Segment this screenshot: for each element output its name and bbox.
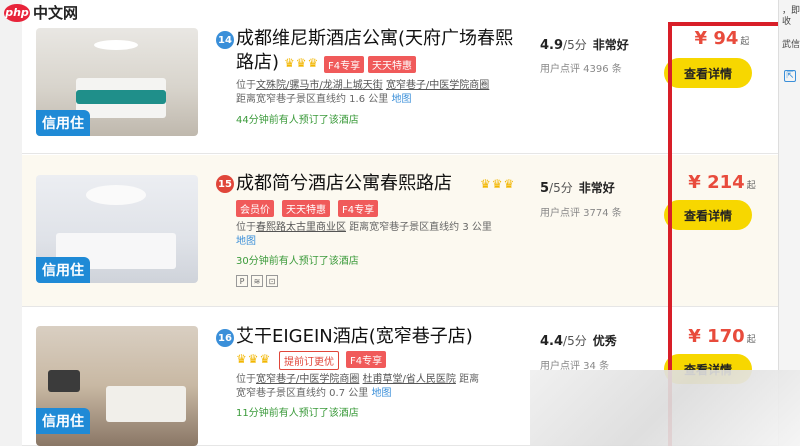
hotel-location: 位于宽窄巷子/中医学院商圈 杜甫草堂/省人民医院 距离 宽窄巷子景区直线约 0.… bbox=[236, 373, 536, 401]
score-value: 4.4 bbox=[540, 334, 564, 349]
view-details-button[interactable]: 查看详情 bbox=[664, 58, 752, 88]
hotel-score: 4.9/5分 非常好 bbox=[540, 36, 629, 53]
location-distance-prefix: 距离 bbox=[459, 374, 480, 385]
price-unit: 起 bbox=[746, 335, 756, 345]
tag-f4: F4专享 bbox=[324, 56, 365, 73]
score-level: 非常好 bbox=[592, 38, 629, 52]
hotel-name[interactable]: 艾干EIGEIN酒店(宽窄巷子店) bbox=[236, 325, 473, 349]
recent-booking-note: 11分钟前有人预订了该酒店 bbox=[236, 408, 359, 419]
price-unit: 起 bbox=[740, 37, 750, 47]
php-logo: php bbox=[4, 3, 30, 22]
hotel-photo[interactable]: 信用住 bbox=[36, 175, 198, 283]
credit-stay-badge: 信用住 bbox=[36, 408, 90, 434]
watermark-site-name: 中文网 bbox=[33, 4, 79, 22]
hotel-photo[interactable]: 信用住 bbox=[36, 28, 198, 136]
recent-booking-note: 30分钟前有人预订了该酒店 bbox=[236, 256, 359, 267]
side-panel-text-2: 武信 bbox=[782, 40, 800, 50]
tag-daily-deal: 天天特惠 bbox=[282, 200, 330, 217]
hotel-score: 5/5分 非常好 bbox=[540, 179, 615, 196]
map-link[interactable]: 地图 bbox=[236, 236, 256, 247]
rank-badge: 14 bbox=[216, 31, 234, 49]
recent-booking-note: 44分钟前有人预订了该酒店 bbox=[236, 115, 359, 126]
location-area-link-2[interactable]: 杜甫草堂/省人民医院 bbox=[363, 374, 456, 385]
currency-symbol: ¥ bbox=[688, 172, 701, 193]
view-details-button[interactable]: 查看详情 bbox=[664, 200, 752, 230]
score-max: /5分 bbox=[563, 38, 587, 52]
hotel-name-line2[interactable]: 路店) bbox=[236, 51, 279, 75]
hotel-card[interactable]: 信用住 15 成都简兮酒店公寓春熙路店 ♛♛♛ 会员价 天天特惠 F4专享 位于… bbox=[22, 155, 778, 307]
hotel-name[interactable]: 成都简兮酒店公寓春熙路店 bbox=[236, 172, 452, 196]
location-prefix: 位于 bbox=[236, 80, 256, 91]
hotel-price: ¥ 94 起 bbox=[662, 28, 782, 49]
rank-badge: 16 bbox=[216, 329, 234, 347]
crown-rating-icon: ♛♛♛ bbox=[480, 177, 516, 191]
parking-icon: P bbox=[236, 275, 248, 287]
location-area-link[interactable]: 宽窄巷子/中医学院商圈 bbox=[256, 374, 359, 385]
credit-stay-badge: 信用住 bbox=[36, 257, 90, 283]
hotel-card[interactable]: 信用住 14 成都维尼斯酒店公寓(天府广场春熙 路店) ♛♛♛ F4专享 天天特… bbox=[22, 0, 778, 154]
price-value: 94 bbox=[713, 28, 739, 49]
tv-icon: ⊡ bbox=[266, 275, 278, 287]
wifi-icon: ≋ bbox=[251, 275, 263, 287]
expand-icon[interactable]: ⇱ bbox=[784, 70, 796, 82]
location-prefix: 位于 bbox=[236, 374, 256, 385]
tag-book-early: 提前订更优 bbox=[279, 351, 339, 370]
tag-f4: F4专享 bbox=[338, 200, 379, 217]
rank-badge: 15 bbox=[216, 175, 234, 193]
hotel-location: 位于春熙路太古里商业区 距离宽窄巷子景区直线约 3 公里 地图 bbox=[236, 221, 536, 249]
location-distance: 距离宽窄巷子景区直线约 3 公里 bbox=[349, 222, 492, 233]
price-value: 214 bbox=[707, 172, 745, 193]
score-max: /5分 bbox=[563, 334, 587, 348]
location-distance: 距离宽窄巷子景区直线约 1.6 公里 bbox=[236, 94, 389, 105]
map-link[interactable]: 地图 bbox=[371, 388, 391, 399]
tag-f4: F4专享 bbox=[346, 351, 387, 368]
facility-icons: P ≋ ⊡ bbox=[236, 275, 278, 287]
score-value: 5 bbox=[540, 181, 550, 196]
side-panel-text: ，即收 bbox=[782, 6, 800, 27]
hotel-price: ¥ 170 起 bbox=[662, 326, 782, 347]
location-distance: 宽窄巷子景区直线约 0.7 公里 bbox=[236, 388, 369, 399]
score-level: 非常好 bbox=[578, 181, 615, 195]
location-prefix: 位于 bbox=[236, 222, 256, 233]
price-unit: 起 bbox=[746, 181, 756, 191]
tag-daily-deal: 天天特惠 bbox=[368, 56, 416, 73]
review-count[interactable]: 用户点评 3774 条 bbox=[540, 204, 622, 219]
tag-member-price: 会员价 bbox=[236, 200, 274, 217]
crown-rating-icon: ♛♛♛ bbox=[236, 352, 272, 366]
currency-symbol: ¥ bbox=[688, 326, 701, 347]
location-area-link-2[interactable]: 宽窄巷子/中医学院商圈 bbox=[386, 80, 489, 91]
location-area-link[interactable]: 春熙路太古里商业区 bbox=[256, 222, 346, 233]
hotel-photo[interactable]: 信用住 bbox=[36, 326, 198, 446]
crown-rating-icon: ♛♛♛ bbox=[284, 56, 320, 70]
hotel-score: 4.4/5分 优秀 bbox=[540, 332, 617, 349]
currency-symbol: ¥ bbox=[694, 28, 708, 49]
review-count[interactable]: 用户点评 4396 条 bbox=[540, 60, 622, 75]
site-watermark: php 中文网 bbox=[4, 2, 78, 23]
hotel-price: ¥ 214 起 bbox=[662, 172, 782, 193]
credit-stay-badge: 信用住 bbox=[36, 110, 90, 136]
score-max: /5分 bbox=[549, 181, 573, 195]
score-level: 优秀 bbox=[592, 334, 617, 348]
location-area-link[interactable]: 文殊院/骡马市/龙湖上城天街 bbox=[256, 80, 383, 91]
hotel-location: 位于文殊院/骡马市/龙湖上城天街 宽窄巷子/中医学院商圈 距离宽窄巷子景区直线约… bbox=[236, 79, 536, 107]
price-value: 170 bbox=[707, 326, 745, 347]
map-link[interactable]: 地图 bbox=[391, 94, 411, 105]
hotel-name-line1[interactable]: 成都维尼斯酒店公寓(天府广场春熙 bbox=[236, 27, 513, 51]
blurred-overlay bbox=[530, 370, 800, 446]
score-value: 4.9 bbox=[540, 38, 564, 53]
